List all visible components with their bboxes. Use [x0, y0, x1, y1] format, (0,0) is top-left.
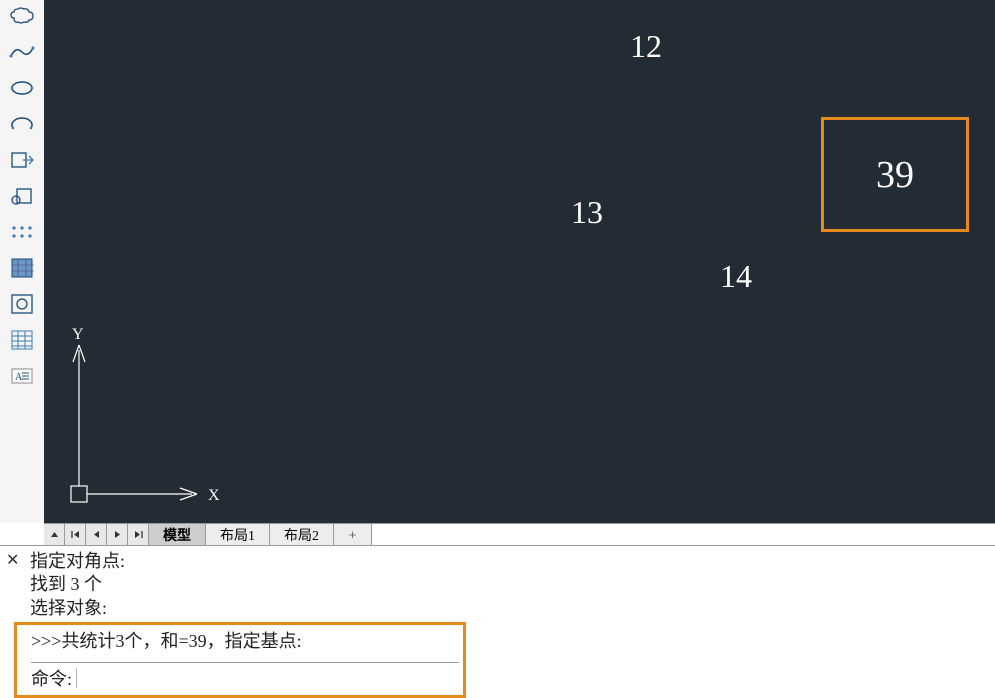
command-input[interactable]: [76, 668, 459, 688]
tab-add[interactable]: +: [334, 524, 372, 545]
spline-tool[interactable]: [7, 38, 37, 66]
mtext-tool[interactable]: A: [7, 362, 37, 390]
canvas-text-13: 13: [571, 196, 603, 228]
point-tool[interactable]: [7, 218, 37, 246]
ucs-y-label: Y: [72, 326, 84, 343]
command-area: ✕ 指定对角点: 找到 3 个 选择对象: >>>共统计3个，和=39，指定基点…: [0, 545, 995, 696]
tab-nav-next[interactable]: [107, 524, 128, 545]
drawing-canvas[interactable]: 12 13 14 39 Y X: [44, 0, 995, 523]
command-history-line: 选择对象:: [30, 597, 991, 620]
hatch-tool[interactable]: [7, 254, 37, 282]
tab-nav-first[interactable]: [65, 524, 86, 545]
ellipse-arc-tool[interactable]: [7, 110, 37, 138]
sum-result-value: 39: [876, 153, 914, 197]
tab-layout2[interactable]: 布局2: [270, 524, 334, 545]
command-history-line: 找到 3 个: [30, 573, 991, 596]
sum-result-box: 39: [821, 117, 969, 232]
tab-nav-last[interactable]: [128, 524, 149, 545]
tab-model[interactable]: 模型: [149, 524, 206, 545]
command-history: 指定对角点: 找到 3 个 选择对象:: [0, 546, 995, 622]
tab-nav-prev[interactable]: [86, 524, 107, 545]
tab-nav-up[interactable]: [44, 524, 65, 545]
svg-text:A: A: [15, 372, 23, 383]
draw-toolbar: A: [0, 0, 44, 523]
insert-block-tool[interactable]: [7, 146, 37, 174]
ucs-x-label: X: [208, 487, 220, 504]
layout-tab-bar: 模型 布局1 布局2 +: [44, 523, 995, 545]
make-block-tool[interactable]: [7, 182, 37, 210]
tab-layout1[interactable]: 布局1: [206, 524, 270, 545]
gradient-tool[interactable]: [7, 290, 37, 318]
command-summary-text: >>>共统计3个，和=39，指定基点:: [31, 629, 459, 654]
revision-cloud-tool[interactable]: [7, 2, 37, 30]
table-tool[interactable]: [7, 326, 37, 354]
command-history-line: 指定对角点:: [30, 550, 991, 573]
command-close-button[interactable]: ✕: [6, 550, 19, 570]
command-summary-highlight: >>>共统计3个，和=39，指定基点: 命令:: [14, 622, 466, 698]
canvas-text-14: 14: [720, 260, 752, 292]
ellipse-tool[interactable]: [7, 74, 37, 102]
ucs-icon: Y X: [59, 325, 229, 515]
canvas-text-12: 12: [630, 30, 662, 62]
command-prompt-label: 命令:: [31, 665, 72, 691]
